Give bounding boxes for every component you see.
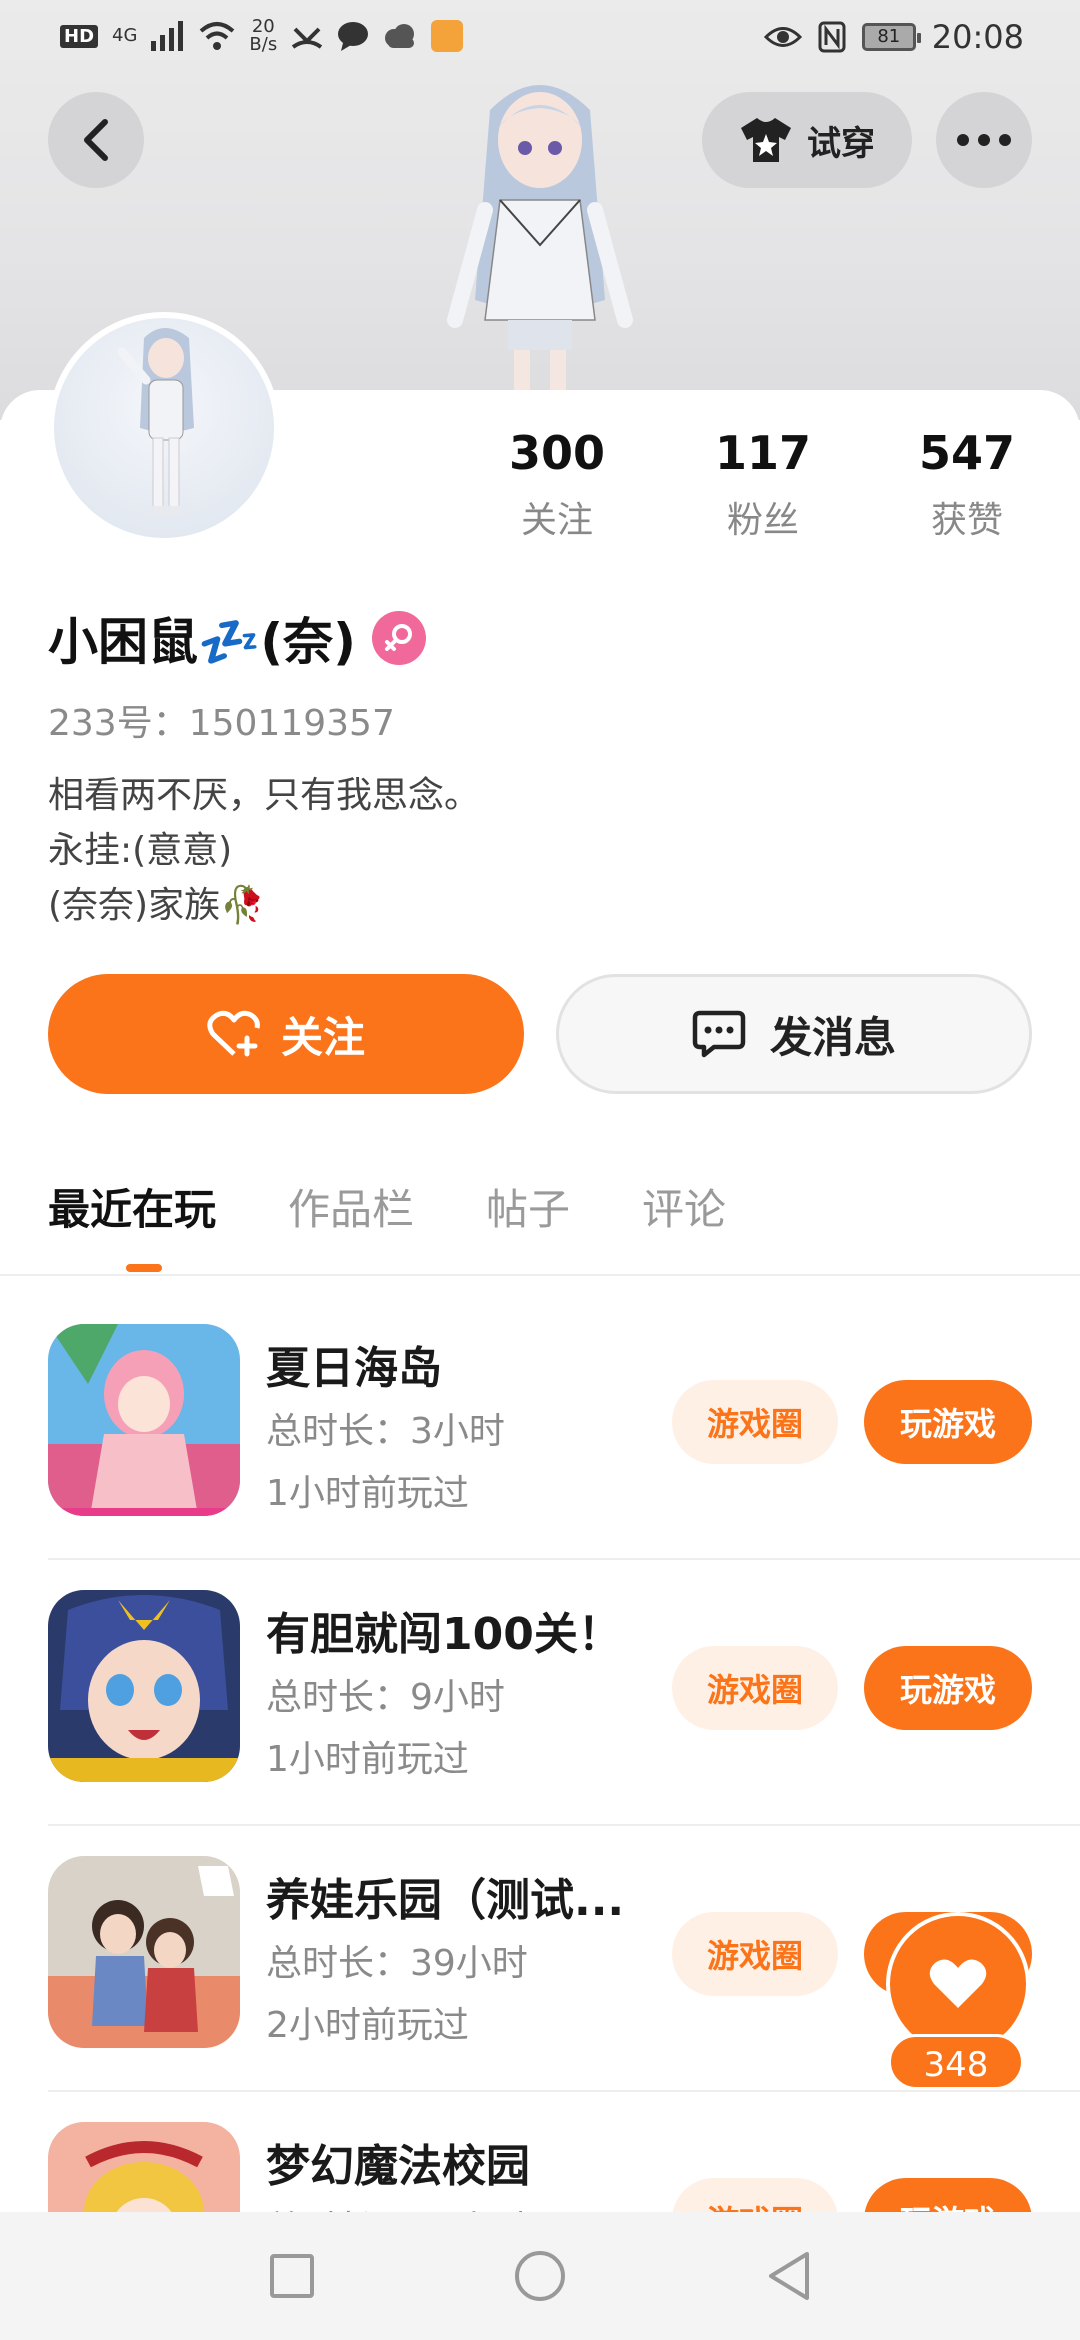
avatar[interactable] bbox=[48, 312, 280, 544]
game-list-item[interactable]: 夏日海岛 总时长：3小时 1小时前玩过 游戏圈 玩游戏 bbox=[0, 1294, 1080, 1560]
female-icon bbox=[371, 611, 426, 665]
game-title: 夏日海岛 bbox=[266, 1343, 442, 1394]
game-duration: 总时长：39小时 bbox=[266, 1943, 528, 1984]
game-circle-button[interactable]: 游戏圈 bbox=[672, 1646, 838, 1730]
tab-works[interactable]: 作品栏 bbox=[288, 1176, 414, 1237]
bio: 相看两不厌，只有我思念。 永挂:(意意) (奈奈)家族🥀 bbox=[48, 768, 480, 933]
back-button[interactable] bbox=[48, 92, 144, 188]
active-tab-indicator bbox=[126, 1264, 162, 1272]
send-message-button[interactable]: 发消息 bbox=[556, 974, 1032, 1094]
follow-label: 关注 bbox=[280, 1012, 365, 1062]
following-count: 300 bbox=[508, 426, 606, 480]
likes-label: 获赞 bbox=[930, 500, 1003, 541]
back-triangle-icon[interactable] bbox=[765, 2250, 811, 2302]
game-title: 梦幻魔法校园 bbox=[266, 2141, 530, 2192]
likes-count: 547 bbox=[918, 426, 1016, 480]
tshirt-icon bbox=[741, 118, 791, 162]
send-message-label: 发消息 bbox=[769, 1012, 896, 1062]
tab-comments[interactable]: 评论 bbox=[642, 1176, 726, 1237]
heart-plus-icon bbox=[207, 1010, 260, 1057]
followers-label: 粉丝 bbox=[726, 500, 799, 541]
message-icon bbox=[338, 22, 369, 51]
profile-tabs: 最近在玩 作品栏 帖子 评论 bbox=[48, 1176, 726, 1237]
battery-indicator: 81 bbox=[861, 23, 921, 51]
nickname: 小困鼠💤(奈) bbox=[48, 613, 356, 671]
bio-line: 永挂:(意意) bbox=[48, 830, 233, 871]
game-duration: 总时长：9小时 bbox=[266, 1677, 505, 1718]
hd-indicator: HD bbox=[60, 24, 99, 48]
more-dots-icon bbox=[957, 134, 1011, 146]
system-navigation-bar bbox=[0, 2212, 1080, 2340]
user-id: 233号：150119357 bbox=[48, 703, 395, 744]
like-count: 348 bbox=[888, 2034, 1024, 2090]
status-bar: HD 4G 20 B/s 81 20:08 bbox=[0, 0, 1080, 76]
net-speed: 20 B/s bbox=[249, 16, 278, 55]
stat-followers[interactable]: 117 粉丝 bbox=[688, 425, 838, 543]
game-last-played: 1小时前玩过 bbox=[266, 1473, 469, 1514]
chevron-left-icon bbox=[84, 119, 108, 161]
recents-square-icon[interactable] bbox=[269, 2253, 315, 2299]
nickname-row: 小困鼠💤(奈) bbox=[48, 602, 426, 674]
game-icon bbox=[48, 1856, 240, 2048]
heart-icon bbox=[929, 1959, 987, 2008]
following-label: 关注 bbox=[520, 500, 593, 541]
follow-button[interactable]: 关注 bbox=[48, 974, 524, 1094]
play-game-button[interactable]: 玩游戏 bbox=[864, 1646, 1032, 1730]
game-last-played: 1小时前玩过 bbox=[266, 1739, 469, 1780]
nfc-icon bbox=[818, 21, 846, 53]
game-circle-button[interactable]: 游戏圈 bbox=[672, 1380, 838, 1464]
bio-line: (奈奈)家族🥀 bbox=[48, 885, 265, 926]
game-title: 有胆就闯100关！ bbox=[266, 1609, 622, 1660]
eye-comfort-icon bbox=[763, 27, 802, 47]
missed-call-icon bbox=[292, 27, 323, 49]
tabs-divider bbox=[0, 1274, 1080, 1276]
try-on-label: 试穿 bbox=[807, 123, 875, 164]
bio-line: 相看两不厌，只有我思念。 bbox=[48, 775, 481, 816]
tab-recently-played[interactable]: 最近在玩 bbox=[48, 1176, 216, 1237]
game-icon bbox=[48, 1590, 240, 1782]
app-notification-icon bbox=[431, 20, 464, 52]
wifi-icon bbox=[200, 22, 235, 50]
signal-icon bbox=[151, 21, 184, 51]
game-circle-button[interactable]: 游戏圈 bbox=[672, 1912, 838, 1996]
tab-posts[interactable]: 帖子 bbox=[486, 1176, 570, 1237]
cloud-icon bbox=[385, 24, 415, 48]
game-last-played: 2小时前玩过 bbox=[266, 2005, 469, 2046]
game-icon bbox=[48, 1324, 240, 1516]
chat-bubble-icon bbox=[692, 1010, 746, 1058]
network-type: 4G bbox=[112, 25, 138, 46]
game-title: 养娃乐园（测试... bbox=[266, 1875, 625, 1926]
avatar-figure bbox=[117, 328, 194, 516]
avatar-3d-figure bbox=[447, 85, 633, 410]
followers-count: 117 bbox=[714, 426, 812, 480]
more-options-button[interactable] bbox=[936, 92, 1032, 188]
clock: 20:08 bbox=[931, 18, 1024, 56]
try-on-button[interactable]: 试穿 bbox=[702, 92, 912, 188]
stat-likes[interactable]: 547 获赞 bbox=[892, 425, 1042, 543]
play-game-button[interactable]: 玩游戏 bbox=[864, 1380, 1032, 1464]
home-circle-icon[interactable] bbox=[514, 2250, 566, 2302]
game-duration: 总时长：3小时 bbox=[266, 1411, 505, 1452]
game-list-item[interactable]: 有胆就闯100关！ 总时长：9小时 1小时前玩过 游戏圈 玩游戏 bbox=[0, 1560, 1080, 1826]
stat-following[interactable]: 300 关注 bbox=[482, 425, 632, 543]
